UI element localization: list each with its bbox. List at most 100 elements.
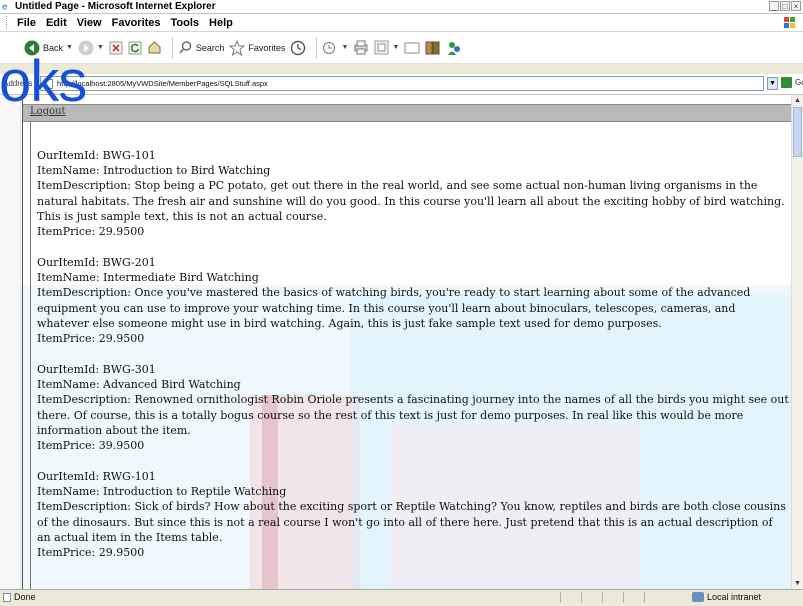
- logout-link[interactable]: Logout: [30, 106, 66, 117]
- address-url[interactable]: http://localhost:2805/MyVWDSite/MemberPa…: [57, 78, 268, 90]
- scroll-up-icon[interactable]: ▲: [792, 95, 803, 106]
- back-dropdown-icon[interactable]: ▼: [66, 44, 73, 51]
- refresh-button[interactable]: [128, 41, 142, 55]
- refresh-icon: [128, 41, 142, 54]
- address-input[interactable]: http://localhost:2805/MyVWDSite/MemberPa…: [40, 76, 764, 91]
- messenger-icon: [448, 41, 461, 55]
- windows-logo-icon: [784, 17, 795, 28]
- history-icon: [291, 40, 306, 55]
- item-price: ItemPrice: 29.9500: [37, 332, 145, 346]
- favorites-label: Favorites: [248, 42, 286, 53]
- star-icon: [229, 39, 246, 56]
- left-rail: [0, 95, 21, 589]
- page-header-bar: Logout: [23, 104, 791, 122]
- item-description: ItemDescription: Once you've mastered th…: [37, 286, 751, 330]
- discuss-icon: [404, 42, 420, 53]
- mail-dropdown-icon[interactable]: ▼: [341, 44, 348, 51]
- status-pane: [644, 592, 663, 603]
- item-price: ItemPrice: 29.9500: [37, 546, 145, 560]
- status-pane: [560, 592, 579, 603]
- ie-icon: e: [2, 3, 8, 11]
- stop-button[interactable]: [109, 41, 123, 55]
- status-pane: [602, 592, 621, 603]
- forward-button[interactable]: ▼: [78, 40, 104, 56]
- status-pane: [581, 592, 600, 603]
- scroll-down-icon[interactable]: ▼: [792, 578, 803, 589]
- menu-grip[interactable]: [6, 16, 10, 29]
- search-label: Search: [195, 42, 225, 53]
- menu-file[interactable]: File: [14, 17, 43, 29]
- menu-favorites[interactable]: Favorites: [109, 17, 168, 29]
- menu-tools[interactable]: Tools: [168, 17, 207, 29]
- item-price: ItemPrice: 39.9500: [37, 439, 145, 453]
- back-arrow-icon: [24, 40, 40, 55]
- go-label: Go: [795, 78, 803, 87]
- address-dropdown-icon[interactable]: ▼: [767, 77, 778, 90]
- item-record: OurItemId: BWG-201 ItemName: Intermediat…: [37, 255, 789, 346]
- close-button[interactable]: ×: [791, 1, 801, 11]
- item-id: OurItemId: RWG-101: [37, 470, 156, 484]
- item-record: OurItemId: RWG-101 ItemName: Introductio…: [37, 469, 789, 560]
- menu-view[interactable]: View: [74, 17, 109, 29]
- research-icon: [425, 41, 440, 55]
- status-text: Done: [14, 592, 36, 602]
- content-left-border: [30, 121, 31, 589]
- menu-help[interactable]: Help: [206, 17, 240, 29]
- address-label: Address: [3, 79, 33, 88]
- window-title: Untitled Page - Microsoft Internet Explo…: [15, 1, 216, 12]
- svg-text:e: e: [2, 3, 8, 11]
- menu-edit[interactable]: Edit: [43, 17, 74, 29]
- item-name: ItemName: Introduction to Bird Watching: [37, 164, 271, 178]
- status-panes: [560, 592, 663, 603]
- search-button[interactable]: Search: [178, 40, 225, 55]
- item-id: OurItemId: BWG-101: [37, 149, 156, 162]
- home-button[interactable]: [147, 40, 162, 55]
- minimize-button[interactable]: _: [769, 1, 779, 11]
- item-record: OurItemId: BWG-301 ItemName: Advanced Bi…: [37, 362, 789, 453]
- messenger-button[interactable]: [446, 40, 462, 56]
- vertical-scrollbar[interactable]: ▲ ▼: [791, 95, 803, 589]
- intranet-icon: [692, 592, 704, 602]
- item-name: ItemName: Introduction to Reptile Watchi…: [37, 485, 287, 499]
- back-label: Back: [43, 42, 64, 53]
- printer-icon: [354, 40, 368, 55]
- mail-icon: [323, 41, 336, 54]
- scroll-thumb[interactable]: [793, 107, 802, 157]
- stop-icon: [109, 41, 123, 54]
- go-arrow-icon: [781, 77, 792, 88]
- home-icon: [148, 41, 161, 54]
- go-button[interactable]: Go: [781, 77, 803, 88]
- item-name: ItemName: Advanced Bird Watching: [37, 378, 241, 392]
- item-description: ItemDescription: Sick of birds? How abou…: [37, 500, 786, 544]
- history-button[interactable]: [290, 40, 306, 56]
- edit-page-icon: [374, 40, 389, 55]
- item-price: ItemPrice: 29.9500: [37, 225, 145, 239]
- menu-bar: File Edit View Favorites Tools Help: [0, 14, 803, 32]
- search-icon: [179, 41, 192, 54]
- status-bar: Done Local intranet: [0, 589, 803, 606]
- security-zone: Local intranet: [692, 592, 761, 602]
- edit-dropdown-icon[interactable]: ▼: [392, 44, 399, 51]
- toolbar-separator: [316, 36, 318, 59]
- favorites-button[interactable]: Favorites: [229, 39, 286, 56]
- back-button[interactable]: Back ▼: [24, 40, 73, 56]
- maximize-button[interactable]: □: [780, 1, 790, 11]
- forward-arrow-icon: [78, 40, 94, 55]
- window-controls: _ □ ×: [769, 1, 801, 11]
- page-content: Logout OurItemId: BWG-101 ItemName: Intr…: [0, 95, 791, 589]
- research-button[interactable]: [425, 40, 441, 55]
- edit-button[interactable]: ▼: [374, 40, 399, 55]
- toolbar-separator: [171, 36, 173, 59]
- print-button[interactable]: [353, 40, 369, 55]
- page-icon: [44, 79, 53, 89]
- mail-button[interactable]: ▼: [322, 41, 348, 55]
- title-bar: e Untitled Page - Microsoft Internet Exp…: [0, 0, 803, 14]
- forward-dropdown-icon[interactable]: ▼: [97, 44, 104, 51]
- zone-label: Local intranet: [707, 592, 762, 602]
- page-status-icon: [3, 593, 11, 602]
- toolbar: Back ▼ ▼ Search Favorites ▼ ▼: [0, 32, 803, 64]
- records-list: OurItemId: BWG-101 ItemName: Introductio…: [37, 148, 789, 576]
- item-description: ItemDescription: Stop being a PC potato,…: [37, 179, 785, 223]
- discuss-button[interactable]: [404, 41, 420, 55]
- item-id: OurItemId: BWG-201: [37, 256, 156, 270]
